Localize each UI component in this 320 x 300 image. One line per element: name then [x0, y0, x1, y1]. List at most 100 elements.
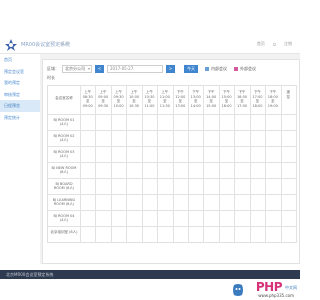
schedule-cell[interactable]: [127, 179, 141, 194]
schedule-cell[interactable]: [127, 195, 141, 210]
schedule-cell[interactable]: [251, 227, 265, 242]
schedule-cell[interactable]: [204, 163, 218, 178]
schedule-cell[interactable]: [251, 115, 265, 130]
schedule-cell[interactable]: [127, 211, 141, 226]
schedule-cell[interactable]: [220, 147, 234, 162]
schedule-cell[interactable]: [266, 163, 280, 178]
schedule-cell[interactable]: [174, 115, 188, 130]
schedule-cell[interactable]: [204, 227, 218, 242]
schedule-cell[interactable]: [204, 195, 218, 210]
schedule-cell[interactable]: [174, 163, 188, 178]
schedule-cell[interactable]: [81, 195, 95, 210]
schedule-cell[interactable]: [282, 195, 296, 210]
date-input[interactable]: 2017-05-27: [107, 64, 163, 73]
schedule-cell[interactable]: [189, 227, 203, 242]
schedule-cell[interactable]: [127, 227, 141, 242]
schedule-cell[interactable]: [96, 227, 110, 242]
schedule-cell[interactable]: [158, 163, 172, 178]
schedule-cell[interactable]: [112, 115, 126, 130]
schedule-cell[interactable]: [189, 195, 203, 210]
schedule-cell[interactable]: [96, 179, 110, 194]
schedule-cell[interactable]: [204, 131, 218, 146]
schedule-cell[interactable]: [220, 163, 234, 178]
schedule-cell[interactable]: [189, 147, 203, 162]
schedule-cell[interactable]: [204, 147, 218, 162]
schedule-cell[interactable]: [220, 179, 234, 194]
sidebar-item-home[interactable]: 首页: [0, 54, 40, 66]
schedule-cell[interactable]: [235, 163, 249, 178]
schedule-cell[interactable]: [81, 179, 95, 194]
schedule-cell[interactable]: [220, 227, 234, 242]
schedule-cell[interactable]: [96, 115, 110, 130]
schedule-cell[interactable]: [143, 115, 157, 130]
schedule-cell[interactable]: [251, 147, 265, 162]
schedule-cell[interactable]: [143, 131, 157, 146]
logout-link[interactable]: 注销: [284, 41, 292, 47]
schedule-cell[interactable]: [158, 131, 172, 146]
sidebar-item-stats[interactable]: 预定统计: [0, 112, 40, 124]
home-link[interactable]: 首页: [257, 41, 265, 47]
schedule-cell[interactable]: [266, 227, 280, 242]
schedule-cell[interactable]: [127, 147, 141, 162]
schedule-cell[interactable]: [235, 131, 249, 146]
schedule-cell[interactable]: [235, 147, 249, 162]
schedule-cell[interactable]: [112, 179, 126, 194]
schedule-cell[interactable]: [174, 179, 188, 194]
next-day-button[interactable]: >: [166, 64, 175, 73]
schedule-cell[interactable]: [266, 195, 280, 210]
schedule-cell[interactable]: [282, 179, 296, 194]
schedule-cell[interactable]: [235, 179, 249, 194]
schedule-cell[interactable]: [158, 211, 172, 226]
schedule-cell[interactable]: [112, 195, 126, 210]
schedule-cell[interactable]: [81, 131, 95, 146]
schedule-cell[interactable]: [251, 179, 265, 194]
schedule-cell[interactable]: [174, 131, 188, 146]
today-button[interactable]: 今天: [184, 64, 198, 73]
schedule-cell[interactable]: [127, 115, 141, 130]
schedule-cell[interactable]: [189, 131, 203, 146]
schedule-cell[interactable]: [220, 211, 234, 226]
schedule-cell[interactable]: [127, 163, 141, 178]
schedule-cell[interactable]: [81, 115, 95, 130]
schedule-cell[interactable]: [266, 131, 280, 146]
schedule-cell[interactable]: [96, 163, 110, 178]
schedule-cell[interactable]: [189, 163, 203, 178]
sidebar-item-review[interactable]: 审核预定: [0, 89, 40, 101]
schedule-cell[interactable]: [174, 211, 188, 226]
schedule-cell[interactable]: [158, 227, 172, 242]
schedule-cell[interactable]: [189, 211, 203, 226]
schedule-cell[interactable]: [81, 227, 95, 242]
schedule-cell[interactable]: [143, 179, 157, 194]
schedule-cell[interactable]: [143, 147, 157, 162]
schedule-cell[interactable]: [235, 195, 249, 210]
schedule-cell[interactable]: [235, 115, 249, 130]
schedule-cell[interactable]: [174, 227, 188, 242]
schedule-cell[interactable]: [266, 147, 280, 162]
schedule-cell[interactable]: [220, 131, 234, 146]
schedule-cell[interactable]: [189, 115, 203, 130]
schedule-cell[interactable]: [174, 195, 188, 210]
schedule-cell[interactable]: [96, 195, 110, 210]
schedule-cell[interactable]: [112, 227, 126, 242]
schedule-cell[interactable]: [96, 147, 110, 162]
schedule-cell[interactable]: [189, 179, 203, 194]
sidebar-item-my-bookings[interactable]: 我的预定: [0, 77, 40, 89]
schedule-cell[interactable]: [266, 179, 280, 194]
schedule-cell[interactable]: [143, 195, 157, 210]
schedule-cell[interactable]: [251, 195, 265, 210]
schedule-cell[interactable]: [158, 115, 172, 130]
schedule-cell[interactable]: [81, 163, 95, 178]
schedule-cell[interactable]: [143, 211, 157, 226]
schedule-cell[interactable]: [204, 115, 218, 130]
schedule-cell[interactable]: [266, 211, 280, 226]
schedule-cell[interactable]: [235, 211, 249, 226]
schedule-cell[interactable]: [96, 131, 110, 146]
schedule-cell[interactable]: [127, 131, 141, 146]
schedule-cell[interactable]: [282, 131, 296, 146]
schedule-cell[interactable]: [96, 211, 110, 226]
schedule-cell[interactable]: [204, 179, 218, 194]
area-select[interactable]: 北京分公司: [62, 64, 92, 73]
prev-day-button[interactable]: <: [95, 64, 104, 73]
sidebar-item-schedule[interactable]: 日程预览: [0, 100, 40, 112]
schedule-cell[interactable]: [282, 211, 296, 226]
